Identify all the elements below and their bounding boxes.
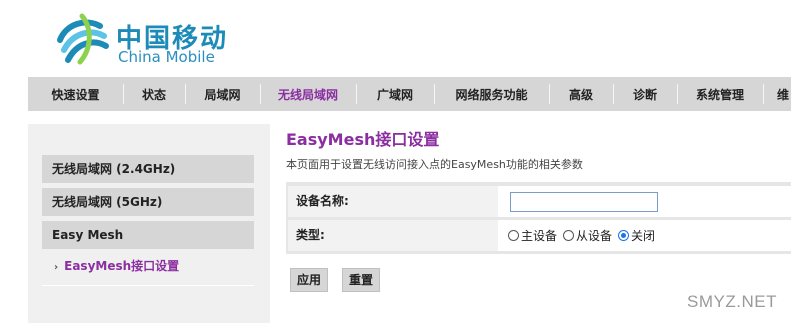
- radio-agent[interactable]: [563, 230, 575, 241]
- radio-option-off[interactable]: 关闭: [618, 227, 655, 244]
- sidebar-item-easy-mesh[interactable]: Easy Mesh: [42, 221, 254, 249]
- nav-item-diagnostics[interactable]: 诊断: [613, 77, 677, 111]
- device-name-label: 设备名称:: [288, 186, 498, 217]
- page-title: EasyMesh接口设置: [286, 130, 440, 149]
- radio-off[interactable]: [618, 230, 630, 241]
- type-label: 类型:: [288, 220, 498, 251]
- form-row-type: 类型: 主设备 从设备 关闭: [288, 220, 791, 251]
- radio-option-controller[interactable]: 主设备: [508, 227, 557, 244]
- settings-form: 设备名称: 类型: 主设备 从设备 关闭: [286, 182, 791, 254]
- nav-item-advanced[interactable]: 高级: [549, 77, 613, 111]
- nav-item-status[interactable]: 状态: [123, 77, 185, 111]
- sidebar-subitem-label: EasyMesh接口设置: [64, 259, 180, 273]
- sidebar: 无线局域网 (2.4GHz) 无线局域网 (5GHz) Easy Mesh › E…: [28, 124, 270, 323]
- radio-controller-label: 主设备: [521, 229, 558, 243]
- sidebar-subitem-easymesh-interface[interactable]: › EasyMesh接口设置: [42, 252, 254, 286]
- logo-english-text: China Mobile: [118, 48, 215, 66]
- apply-button[interactable]: 应用: [290, 268, 329, 292]
- nav-item-system-management[interactable]: 系统管理: [677, 77, 763, 111]
- device-name-cell: [500, 186, 791, 217]
- nav-item-maintenance[interactable]: 维: [763, 77, 791, 111]
- radio-option-agent[interactable]: 从设备: [563, 227, 612, 244]
- form-row-device-name: 设备名称:: [288, 186, 791, 217]
- sidebar-item-wlan-5ghz[interactable]: 无线局域网 (5GHz): [42, 188, 254, 216]
- china-mobile-logo-icon: [57, 13, 109, 65]
- radio-agent-label: 从设备: [576, 229, 613, 243]
- nav-item-network-services[interactable]: 网络服务功能: [434, 77, 549, 111]
- reset-button[interactable]: 重置: [342, 268, 381, 292]
- radio-off-label: 关闭: [631, 229, 656, 243]
- watermark-text: SMYZ.NET: [687, 292, 777, 311]
- sidebar-item-wlan-24ghz[interactable]: 无线局域网 (2.4GHz): [42, 155, 254, 183]
- nav-item-wlan[interactable]: 无线局域网: [260, 77, 356, 111]
- device-name-input[interactable]: [510, 191, 658, 212]
- chevron-right-icon: ›: [54, 262, 59, 273]
- nav-item-lan[interactable]: 局域网: [185, 77, 260, 111]
- nav-item-wan[interactable]: 广域网: [356, 77, 434, 111]
- radio-controller[interactable]: [508, 230, 519, 241]
- page-description: 本页面用于设置无线访问接入点的EasyMesh功能的相关参数: [286, 158, 583, 171]
- type-cell: 主设备 从设备 关闭: [500, 220, 791, 251]
- main-nav: 快速设置 状态 局域网 无线局域网 广域网 网络服务功能 高级 诊断 系统管理 …: [28, 77, 791, 111]
- nav-item-quick-setup[interactable]: 快速设置: [28, 77, 123, 111]
